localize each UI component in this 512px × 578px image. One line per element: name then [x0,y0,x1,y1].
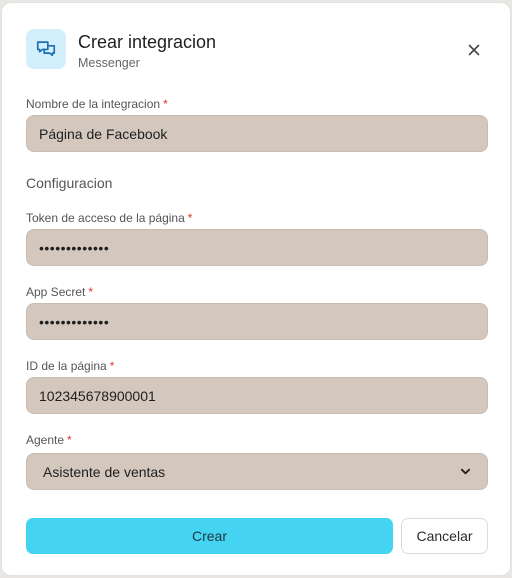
required-mark: * [67,433,72,447]
create-button[interactable]: Crear [26,518,393,554]
integration-name-label: Nombre de la integracion * [26,97,168,111]
agent-label: Agente * [26,433,72,447]
messenger-chat-icon [26,29,66,69]
required-mark: * [163,97,168,111]
required-mark: * [109,359,115,373]
cancel-button[interactable]: Cancelar [401,518,488,554]
agent-select[interactable]: Asistente de ventas [26,453,488,490]
access-token-label: Token de acceso de la página * [26,211,193,225]
agent-select-value: Asistente de ventas [43,463,166,480]
close-button[interactable] [464,40,484,60]
app-secret-label: App Secret * [26,285,94,299]
required-mark: * [88,285,94,299]
page-id-input[interactable] [26,377,488,414]
dialog-title: Crear integracion [78,32,217,52]
section-title-configuracion: Configuracion [26,175,113,191]
access-token-input[interactable] [26,229,488,266]
dialog-subtitle: Messenger [78,56,140,70]
app-secret-input[interactable] [26,303,488,340]
page-id-label: ID de la página * [26,359,115,373]
close-icon [468,44,480,56]
chevron-down-icon [460,468,471,475]
create-integration-dialog: Crear integracion Messenger Nombre de la… [1,2,511,576]
integration-name-input[interactable] [26,115,488,152]
required-mark: * [187,211,193,225]
